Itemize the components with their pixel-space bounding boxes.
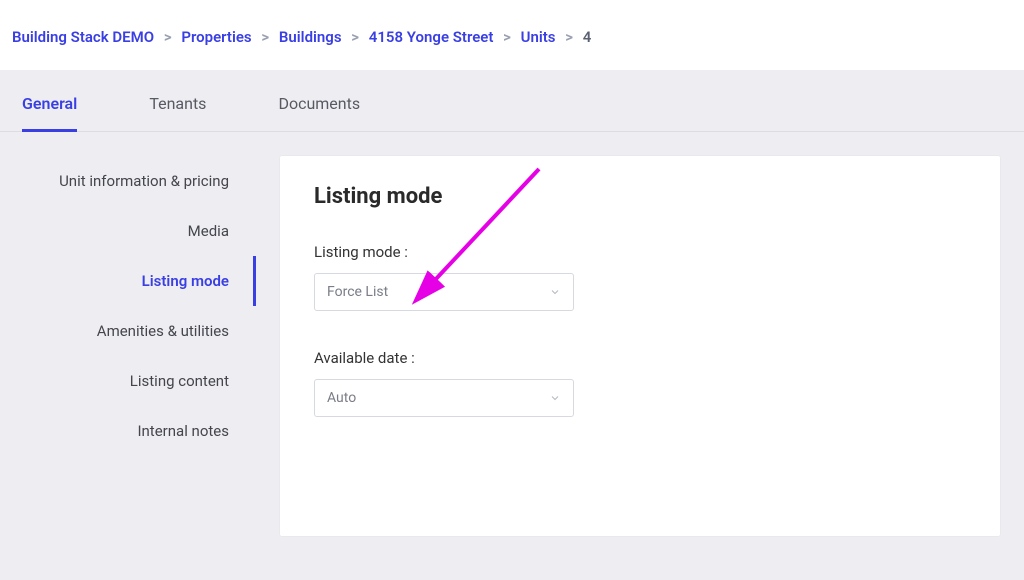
tab-tenants[interactable]: Tenants [149,94,206,131]
sidebar-item-amenities[interactable]: Amenities & utilities [0,306,256,356]
sidebar-item-media[interactable]: Media [0,206,256,256]
breadcrumb-link-buildings[interactable]: Buildings [279,28,342,46]
chevron-right-icon: > [351,28,359,46]
breadcrumb-link-org[interactable]: Building Stack DEMO [12,28,154,46]
field-available-date: Available date : Auto [314,349,966,417]
field-label-listing-mode: Listing mode : [314,243,966,261]
breadcrumb: Building Stack DEMO > Properties > Build… [0,0,1024,70]
select-listing-mode-value: Force List [327,284,388,300]
panel-listing-mode: Listing mode Listing mode : Force List A… [280,156,1000,536]
panel-heading: Listing mode [314,184,966,209]
tab-general[interactable]: General [22,94,77,131]
chevron-down-icon [549,283,561,302]
sidebar-item-unit-info[interactable]: Unit information & pricing [0,156,256,206]
chevron-down-icon [549,389,561,408]
field-listing-mode: Listing mode : Force List [314,243,966,311]
chevron-right-icon: > [503,28,511,46]
chevron-right-icon: > [565,28,573,46]
breadcrumb-link-building[interactable]: 4158 Yonge Street [369,28,494,46]
chevron-right-icon: > [164,28,172,46]
select-available-date[interactable]: Auto [314,379,574,417]
tab-documents[interactable]: Documents [278,94,360,131]
select-available-date-value: Auto [327,390,356,406]
tabs: General Tenants Documents [0,70,1024,132]
breadcrumb-link-units[interactable]: Units [521,28,556,46]
sidebar: Unit information & pricing Media Listing… [0,132,256,456]
select-listing-mode[interactable]: Force List [314,273,574,311]
breadcrumb-current: 4 [583,28,592,46]
breadcrumb-link-properties[interactable]: Properties [181,28,251,46]
sidebar-item-listing-mode[interactable]: Listing mode [0,256,256,306]
chevron-right-icon: > [261,28,269,46]
sidebar-item-listing-content[interactable]: Listing content [0,356,256,406]
sidebar-item-internal-notes[interactable]: Internal notes [0,406,256,456]
field-label-available-date: Available date : [314,349,966,367]
